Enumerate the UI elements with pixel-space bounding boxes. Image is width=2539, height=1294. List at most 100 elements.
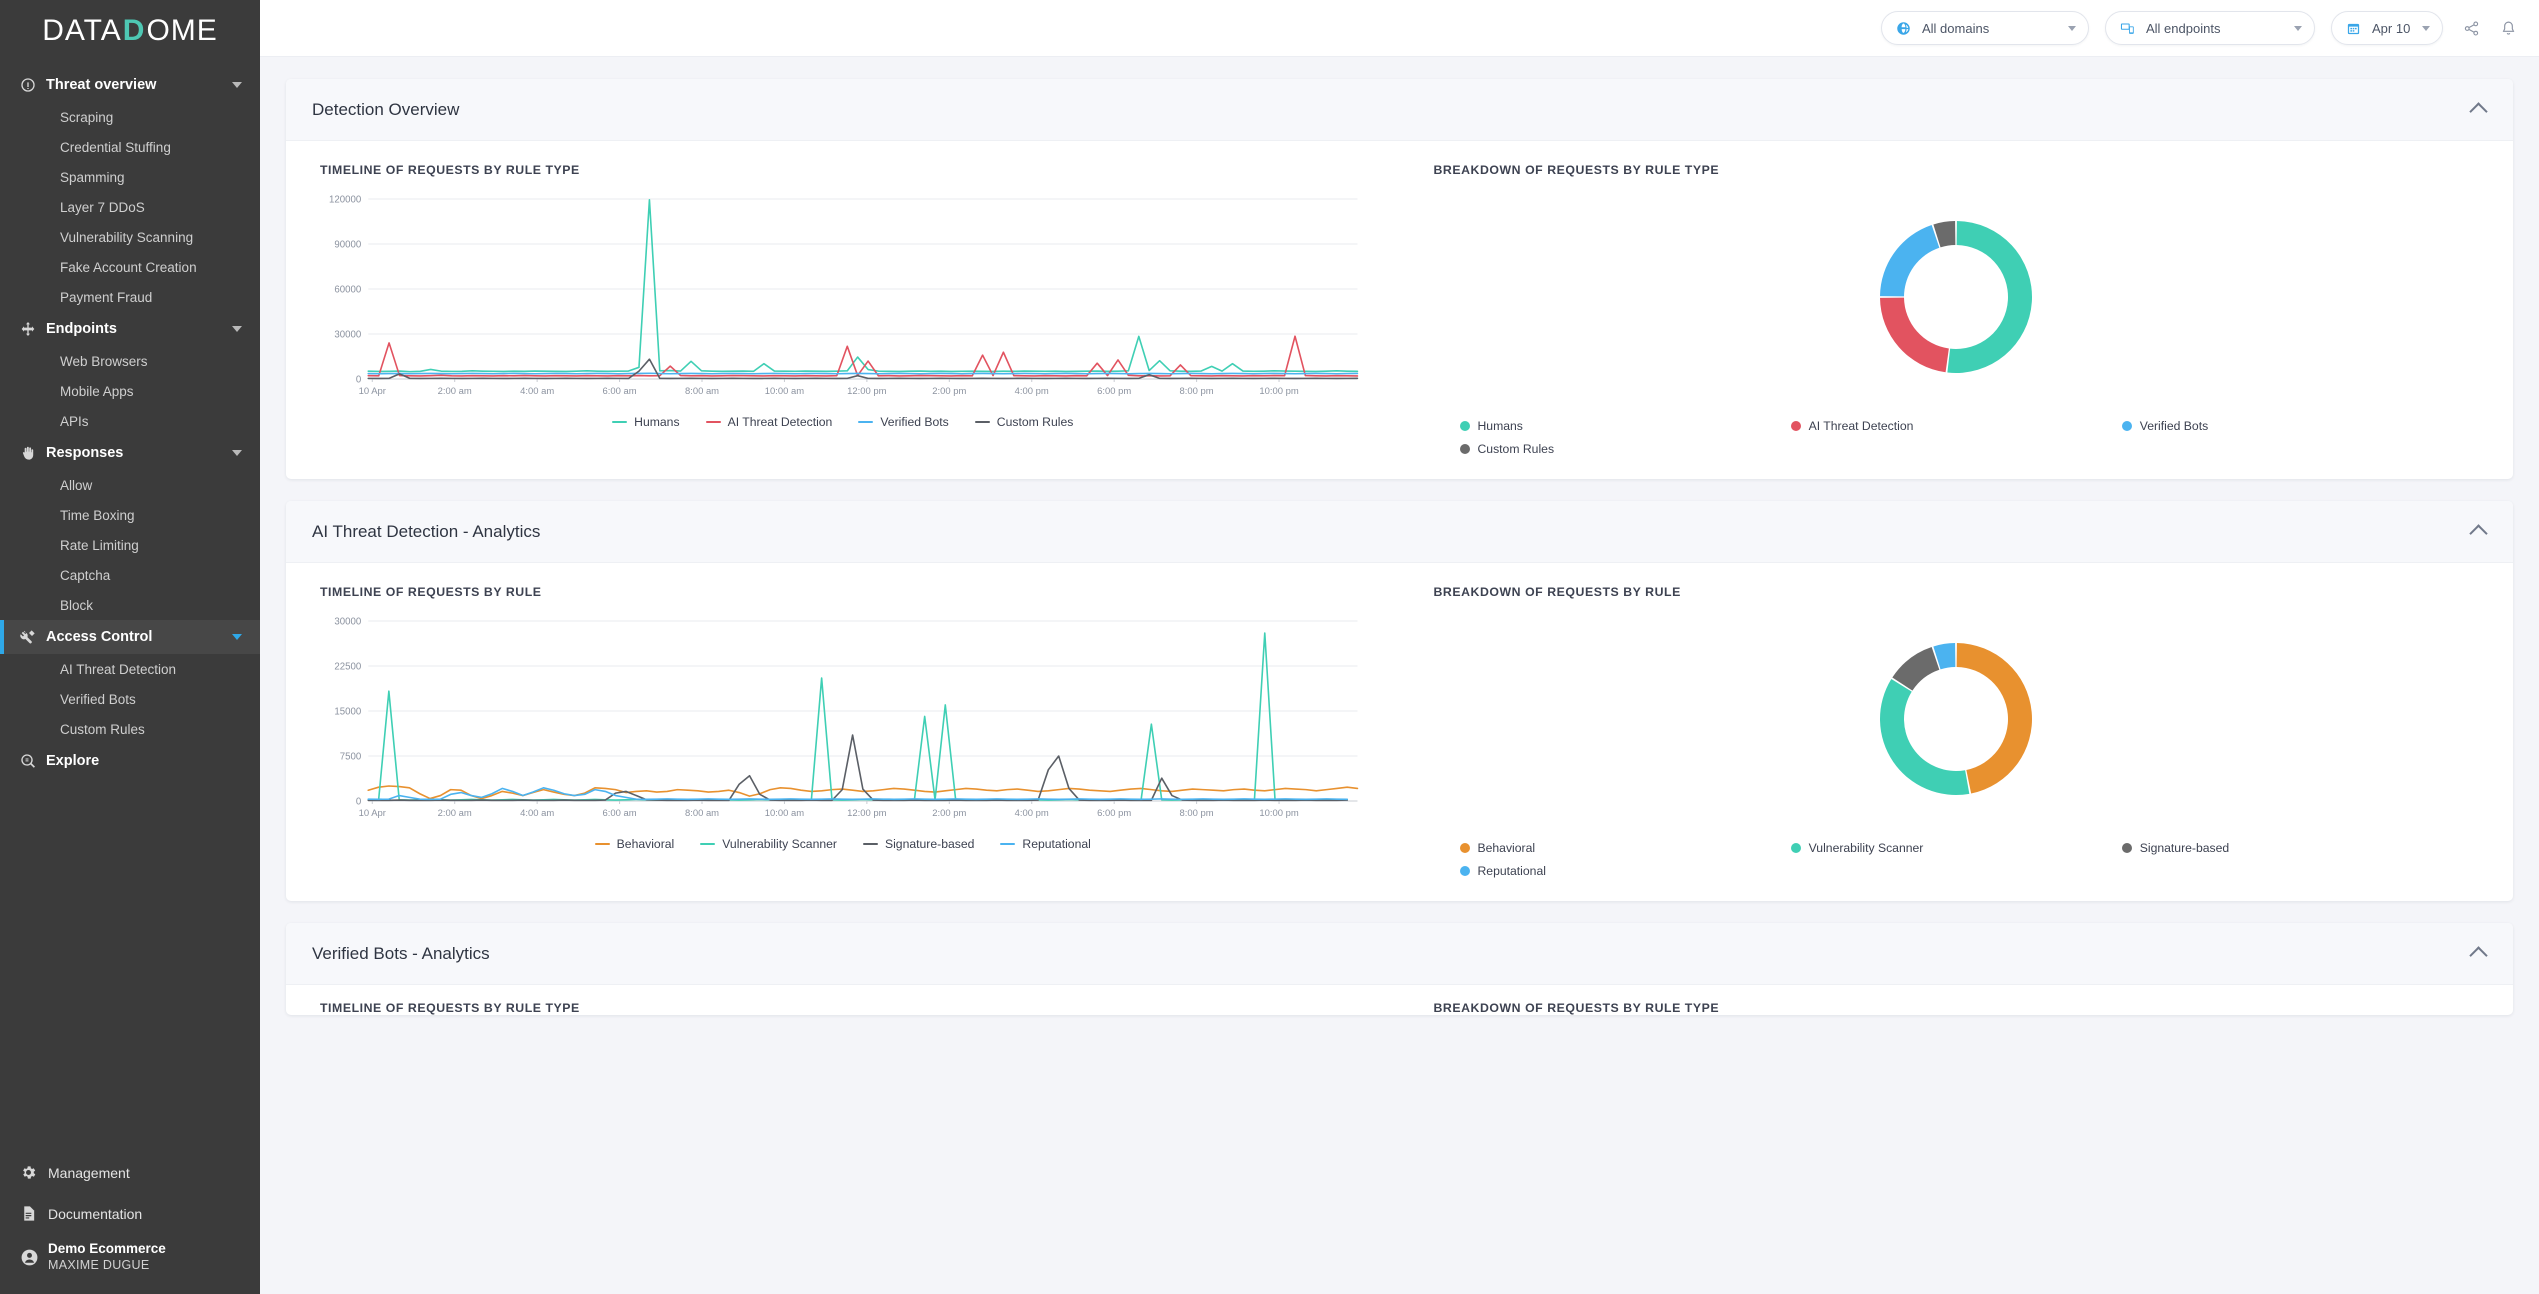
sidebar-item-payment-fraud[interactable]: Payment Fraud (0, 282, 260, 312)
sidebar-item-captcha[interactable]: Captcha (0, 560, 260, 590)
sidebar-item-time-boxing[interactable]: Time Boxing (0, 500, 260, 530)
panel-title: BREAKDOWN OF REQUESTS BY RULE TYPE (1433, 163, 1720, 177)
legend-label: Signature-based (884, 837, 975, 852)
hand-icon (20, 445, 46, 461)
chevron-down-icon[interactable] (232, 634, 242, 640)
legend-item[interactable]: AI Threat Detection (1790, 419, 2122, 433)
legend-label: Custom Rules (1477, 442, 1555, 456)
card-detection-overview: Detection Overview TIMELINE OF REQUESTS … (286, 79, 2513, 479)
endpoint-filter-dropdown[interactable]: All endpoints (2105, 11, 2315, 45)
legend-item[interactable]: Behavioral (1459, 841, 1791, 855)
legend-item[interactable]: Verified Bots (858, 415, 949, 430)
line-chart-timeline-rule[interactable]: 0 7500 15000 22500 30000 10 Apr 2:00 am 4:00 am… (320, 613, 1366, 829)
legend-item[interactable]: Custom Rules (1459, 442, 1791, 456)
donut-chart-breakdown-rule-type[interactable] (1434, 191, 2480, 403)
sidebar-item-spamming[interactable]: Spamming (0, 162, 260, 192)
sidebar-group-threat-overview[interactable]: Threat overview (0, 68, 260, 102)
sidebar-item-vulnerability-scanning[interactable]: Vulnerability Scanning (0, 222, 260, 252)
domain-filter-dropdown[interactable]: All domains (1881, 11, 2089, 45)
card-header[interactable]: Detection Overview (286, 79, 2513, 141)
chevron-down-icon[interactable] (232, 82, 242, 88)
svg-text:2:00 am: 2:00 am (438, 808, 472, 819)
main-content: All domains All endpoints Apr 10 Detecti… (260, 0, 2539, 1294)
panel-title: TIMELINE OF REQUESTS BY RULE TYPE (320, 163, 580, 177)
svg-text:0: 0 (356, 374, 361, 385)
legend-item[interactable]: Humans (612, 415, 680, 429)
legend-label: Verified Bots (880, 415, 949, 430)
sidebar-item-apis[interactable]: APIs (0, 406, 260, 436)
bell-icon[interactable] (2500, 20, 2517, 37)
chevron-down-icon[interactable] (232, 326, 242, 332)
legend-label: AI Threat Detection (1808, 419, 1914, 433)
date-range-picker[interactable]: Apr 10 (2331, 11, 2443, 45)
svg-text:12:00 pm: 12:00 pm (847, 386, 886, 397)
legend-label: Custom Rules (996, 415, 1074, 430)
date-range-label: Apr 10 (2372, 20, 2411, 36)
sidebar-item-mobile-apps[interactable]: Mobile Apps (0, 376, 260, 406)
sidebar-item-scraping[interactable]: Scraping (0, 102, 260, 132)
chevron-up-icon[interactable] (2469, 946, 2488, 965)
sidebar-group-label: Explore (46, 753, 100, 769)
card-body: TIMELINE OF REQUESTS BY RULE TYPE 0 30000… (286, 141, 2513, 479)
legend-item[interactable]: Verified Bots (2121, 419, 2453, 433)
gear-icon (20, 1164, 48, 1181)
card-header[interactable]: Verified Bots - Analytics (286, 923, 2513, 985)
legend-swatch (1790, 843, 1801, 853)
dashboard-scroll-area[interactable]: Detection Overview TIMELINE OF REQUESTS … (260, 57, 2539, 1294)
panel-breakdown-rule-type: BREAKDOWN OF REQUESTS BY RULE TYPE Human… (1400, 163, 2514, 465)
sidebar-group-explore[interactable]: Explore (0, 744, 260, 778)
line-chart-timeline-rule-type[interactable]: 0 30000 60000 90000 120000 10 Apr 2:00 am 4:00 … (320, 191, 1366, 407)
chevron-up-icon[interactable] (2469, 102, 2488, 121)
legend-item[interactable]: Signature-based (862, 837, 975, 852)
svg-text:8:00 pm: 8:00 pm (1180, 386, 1214, 397)
chart-legend: Behavioral Vulnerability Scanner Signature… (1434, 841, 2480, 887)
legend-item[interactable]: Signature-based (2121, 841, 2453, 855)
sidebar-item-allow[interactable]: Allow (0, 470, 260, 500)
svg-text:10 Apr: 10 Apr (359, 386, 386, 397)
sidebar-item-custom-rules[interactable]: Custom Rules (0, 714, 260, 744)
legend-item[interactable]: Behavioral (594, 837, 674, 851)
sidebar-user-account[interactable]: Demo Ecommerce MAXIME DUGUE (0, 1234, 260, 1280)
sidebar-group-endpoints[interactable]: Endpoints (0, 312, 260, 346)
legend-swatch (862, 842, 878, 846)
sidebar-group-responses[interactable]: Responses (0, 436, 260, 470)
sidebar-item-verified-bots[interactable]: Verified Bots (0, 684, 260, 714)
legend-label: Verified Bots (2139, 419, 2209, 433)
user-display-name: MAXIME DUGUE (48, 1257, 150, 1272)
share-icon[interactable] (2463, 20, 2480, 37)
sidebar-item-block[interactable]: Block (0, 590, 260, 620)
chevron-down-icon[interactable] (232, 450, 242, 456)
legend-item[interactable]: Vulnerability Scanner (700, 837, 837, 851)
sidebar-item-web-browsers[interactable]: Web Browsers (0, 346, 260, 376)
sidebar-item-management[interactable]: Management (0, 1152, 260, 1193)
sidebar-item-credential-stuffing[interactable]: Credential Stuffing (0, 132, 260, 162)
sidebar-item-layer-7-ddos[interactable]: Layer 7 DDoS (0, 192, 260, 222)
svg-text:6:00 am: 6:00 am (603, 808, 637, 819)
chevron-up-icon[interactable] (2469, 524, 2488, 543)
svg-text:10:00 am: 10:00 am (765, 808, 804, 819)
card-body: TIMELINE OF REQUESTS BY RULE TYPE BREAKD… (286, 985, 2513, 1015)
sidebar-item-rate-limiting[interactable]: Rate Limiting (0, 530, 260, 560)
card-header[interactable]: AI Threat Detection - Analytics (286, 501, 2513, 563)
legend-item[interactable]: Reputational (1459, 864, 1791, 878)
chart-legend: Humans AI Threat Detection Verified Bots Cu… (320, 415, 1366, 433)
user-avatar-icon (20, 1248, 48, 1267)
topbar: All domains All endpoints Apr 10 (260, 0, 2539, 57)
svg-text:2:00 pm: 2:00 pm (932, 808, 966, 819)
svg-text:10:00 pm: 10:00 pm (1259, 386, 1298, 397)
legend-item[interactable]: Humans (1459, 419, 1791, 433)
donut-chart-breakdown-rule[interactable] (1434, 613, 2480, 825)
legend-item[interactable]: Custom Rules (974, 415, 1074, 430)
document-icon (20, 1205, 48, 1222)
globe-icon (1896, 21, 1916, 36)
legend-item[interactable]: AI Threat Detection (705, 415, 832, 429)
sidebar-item-fake-account-creation[interactable]: Fake Account Creation (0, 252, 260, 282)
app-root: DATA D OME Threat overview Scraping Credenti… (0, 0, 2539, 1294)
legend-item[interactable]: Reputational (1000, 837, 1091, 851)
legend-item[interactable]: Vulnerability Scanner (1790, 841, 2122, 855)
sidebar-group-label: Threat overview (46, 77, 157, 93)
sidebar-item-documentation[interactable]: Documentation (0, 1193, 260, 1234)
sidebar-item-ai-threat-detection[interactable]: AI Threat Detection (0, 654, 260, 684)
brand-logo[interactable]: DATA D OME (0, 0, 260, 62)
sidebar-group-access-control[interactable]: Access Control (0, 620, 260, 654)
